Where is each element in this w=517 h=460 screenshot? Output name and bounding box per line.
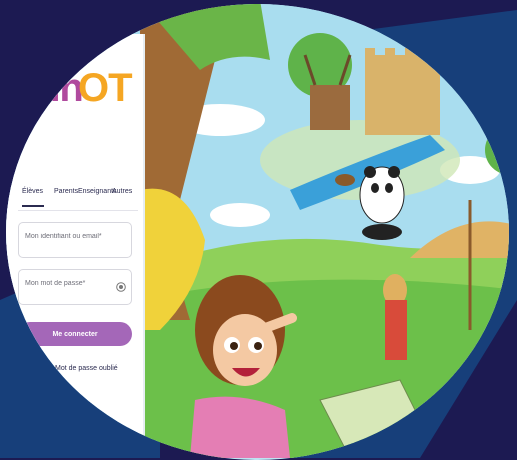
password-input[interactable]: [25, 280, 119, 287]
panel-divider: [143, 34, 145, 460]
password-field[interactable]: [18, 269, 132, 305]
tab-parents[interactable]: Parents: [54, 188, 78, 195]
user-type-tabs: Élèves Parents Enseignants Autres: [6, 188, 143, 210]
username-field[interactable]: [18, 222, 132, 258]
show-password-icon[interactable]: [116, 282, 126, 292]
logo-text-nn: nn: [36, 66, 84, 110]
forgot-password-link[interactable]: Mot de passe oublié: [55, 365, 118, 372]
username-input[interactable]: [25, 233, 119, 240]
tab-autres[interactable]: Autres: [112, 188, 132, 195]
tab-enseignants[interactable]: Enseignants: [78, 188, 117, 195]
tab-eleves[interactable]: Élèves: [22, 188, 43, 195]
logo-text-ot: OT: [78, 66, 133, 110]
active-tab-indicator: [22, 205, 44, 207]
hero-illustration-frame: nn OT Élèves Parents Enseignants Autres …: [6, 4, 509, 460]
login-button[interactable]: Me connecter: [18, 322, 132, 346]
tabs-divider: [18, 210, 138, 211]
